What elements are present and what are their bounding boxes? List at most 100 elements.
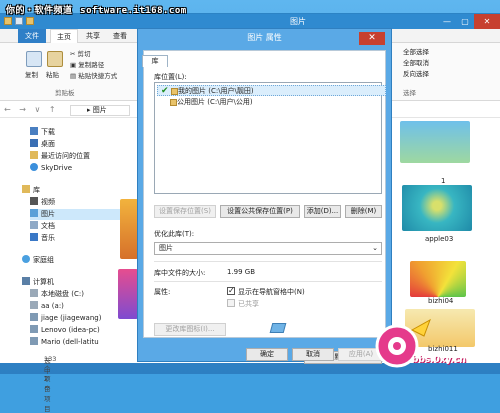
list-item[interactable]: 公用图片 (C:\用户\公用) bbox=[157, 97, 386, 108]
set-public-save-location-button[interactable]: 设置公共保存位置(P) bbox=[220, 205, 300, 218]
properties-icon[interactable] bbox=[15, 17, 23, 25]
thumbnail[interactable] bbox=[402, 185, 472, 231]
nav-item-pictures[interactable]: 图片 bbox=[30, 209, 130, 220]
tab-view[interactable]: 查看 bbox=[107, 29, 133, 43]
shared-checkbox[interactable] bbox=[227, 299, 235, 307]
thumbnail-caption: 1 bbox=[441, 177, 446, 185]
homegroup-icon bbox=[22, 255, 30, 263]
ok-button[interactable]: 确定 bbox=[246, 348, 288, 361]
new-folder-icon[interactable] bbox=[26, 17, 34, 25]
maximize-button[interactable]: ▢ bbox=[456, 14, 474, 29]
library-size-value: 1.99 GB bbox=[227, 268, 256, 276]
divider bbox=[154, 281, 382, 282]
paste-icon[interactable] bbox=[47, 51, 63, 67]
paste-shortcut-label: 粘贴快捷方式 bbox=[78, 72, 118, 80]
nav-item-desktop[interactable]: 桌面 bbox=[30, 139, 55, 150]
nav-item-videos[interactable]: 视频 bbox=[30, 197, 55, 208]
optimize-select[interactable]: 图片 ⌄ bbox=[154, 242, 382, 255]
select-all-button[interactable]: 全部选择 bbox=[403, 46, 429, 56]
logo-text: bbs.0xy.cn bbox=[412, 355, 466, 365]
properties-dialog: 图片 属性 ✕ 库 库位置(L): ✔ 我的图片 (C:\用户\靓田) 公用图片… bbox=[137, 28, 392, 364]
address-path[interactable]: ▸ 图片 bbox=[70, 105, 130, 116]
nav-item-label: 家庭组 bbox=[33, 256, 54, 264]
thumbnail[interactable] bbox=[400, 121, 470, 163]
nav-item-network-mario[interactable]: Mario (dell-latitu bbox=[30, 337, 99, 348]
nav-item-label: 文档 bbox=[41, 222, 55, 230]
nav-item-label: 计算机 bbox=[33, 278, 54, 286]
thumbnail[interactable] bbox=[410, 261, 466, 297]
nav-item-music[interactable]: 音乐 bbox=[30, 233, 55, 244]
video-icon bbox=[30, 197, 38, 205]
copy-icon[interactable] bbox=[26, 51, 42, 67]
explorer-titlebar: 图片 — ▢ ✕ bbox=[0, 14, 500, 29]
nav-item-label: 最近访问的位置 bbox=[41, 152, 90, 160]
watermark-text: 你的・软件频道 bbox=[6, 6, 73, 16]
nav-item-drive-a[interactable]: aa (a:) bbox=[30, 301, 64, 312]
documents-icon bbox=[30, 221, 38, 229]
drive-icon bbox=[30, 301, 38, 309]
invert-selection-button[interactable]: 反向选择 bbox=[403, 68, 429, 78]
copy-path-icon: ▣ bbox=[70, 61, 79, 69]
remove-location-button[interactable]: 删除(M) bbox=[345, 205, 382, 218]
cancel-button[interactable]: 取消 bbox=[292, 348, 334, 361]
nav-item-downloads[interactable]: 下载 bbox=[30, 127, 55, 138]
nav-item-libraries[interactable]: 库 bbox=[22, 185, 40, 196]
add-location-button[interactable]: 添加(D)... bbox=[304, 205, 341, 218]
nav-item-documents[interactable]: 文档 bbox=[30, 221, 55, 232]
nav-item-skydrive[interactable]: SkyDrive bbox=[30, 163, 72, 174]
tab-share[interactable]: 共享 bbox=[80, 29, 106, 43]
library-locations-list[interactable]: ✔ 我的图片 (C:\用户\靓田) 公用图片 (C:\用户\公用) bbox=[154, 82, 386, 194]
cut-label: 剪切 bbox=[77, 50, 91, 58]
nav-item-label: 本地磁盘 (C:) bbox=[41, 290, 84, 298]
nav-item-label: Lenovo (idea-pc) bbox=[41, 326, 100, 334]
show-in-nav-label: 显示在导航窗格中(N) bbox=[238, 288, 305, 296]
nav-item-label: 图片 bbox=[41, 210, 55, 218]
watermark: 你的・软件频道 software.it168.com bbox=[6, 3, 187, 16]
change-library-icon-button[interactable]: 更改库图标(I)... bbox=[154, 323, 226, 336]
copy-path-label: 复制路径 bbox=[78, 61, 105, 69]
thumbnail-caption: apple03 bbox=[425, 235, 454, 243]
navigation-arrows-icon[interactable]: ← → ∨ ↑ bbox=[4, 105, 59, 114]
dialog-title: 图片 属性 bbox=[247, 33, 282, 42]
set-save-location-button[interactable]: 设置保存位置(S) bbox=[154, 205, 216, 218]
nav-item-label: aa (a:) bbox=[41, 302, 64, 310]
library-icon bbox=[269, 323, 287, 333]
nav-item-label: Mario (dell-latitu bbox=[41, 338, 99, 346]
desktop-icon bbox=[30, 139, 38, 147]
paste-shortcut-button[interactable]: ▤ 粘贴快捷方式 bbox=[70, 70, 117, 80]
dialog-body: 库位置(L): ✔ 我的图片 (C:\用户\靓田) 公用图片 (C:\用户\公用… bbox=[143, 50, 386, 364]
folder-icon[interactable] bbox=[4, 17, 12, 25]
computer-icon bbox=[22, 277, 30, 285]
nav-item-network-jiage[interactable]: jiage (jiagewang) bbox=[30, 313, 101, 324]
select-group-label: 选择 bbox=[403, 89, 416, 97]
tab-home[interactable]: 主页 bbox=[50, 29, 78, 43]
dialog-close-button[interactable]: ✕ bbox=[359, 32, 385, 45]
pictures-icon bbox=[30, 209, 38, 217]
thumbnail[interactable] bbox=[120, 199, 138, 259]
nav-item-homegroup[interactable]: 家庭组 bbox=[22, 255, 54, 266]
tab-file[interactable]: 文件 bbox=[18, 29, 46, 43]
shortcut-icon: ▤ bbox=[70, 72, 79, 80]
nav-item-network-lenovo[interactable]: Lenovo (idea-pc) bbox=[30, 325, 100, 336]
show-in-nav-checkbox[interactable]: ✓ bbox=[227, 287, 235, 295]
list-item[interactable]: ✔ 我的图片 (C:\用户\靓田) bbox=[157, 85, 386, 96]
close-button[interactable]: ✕ bbox=[474, 14, 500, 29]
cut-button[interactable]: ✂ 剪切 bbox=[70, 48, 91, 58]
shared-label: 已共享 bbox=[238, 300, 259, 308]
location-path: 公用图片 (C:\用户\公用) bbox=[177, 98, 253, 106]
copy-button[interactable]: 复制 bbox=[25, 69, 38, 79]
minimize-button[interactable]: — bbox=[438, 14, 456, 29]
nav-item-computer[interactable]: 计算机 bbox=[22, 277, 54, 288]
cloud-icon bbox=[30, 163, 38, 171]
thumbnail[interactable] bbox=[118, 269, 138, 319]
copy-path-button[interactable]: ▣ 复制路径 bbox=[70, 59, 104, 69]
paste-button[interactable]: 粘贴 bbox=[46, 69, 59, 79]
tab-library[interactable]: 库 bbox=[142, 55, 168, 67]
select-none-button[interactable]: 全部取消 bbox=[403, 57, 429, 67]
nav-item-drive-c[interactable]: 本地磁盘 (C:) bbox=[30, 289, 84, 300]
checkmark-icon: ✔ bbox=[161, 86, 169, 96]
divider bbox=[154, 261, 382, 262]
nav-item-recent[interactable]: 最近访问的位置 bbox=[30, 151, 90, 162]
nav-item-label: SkyDrive bbox=[41, 164, 73, 172]
selected-count: 选中 2 个项目 bbox=[44, 357, 51, 413]
